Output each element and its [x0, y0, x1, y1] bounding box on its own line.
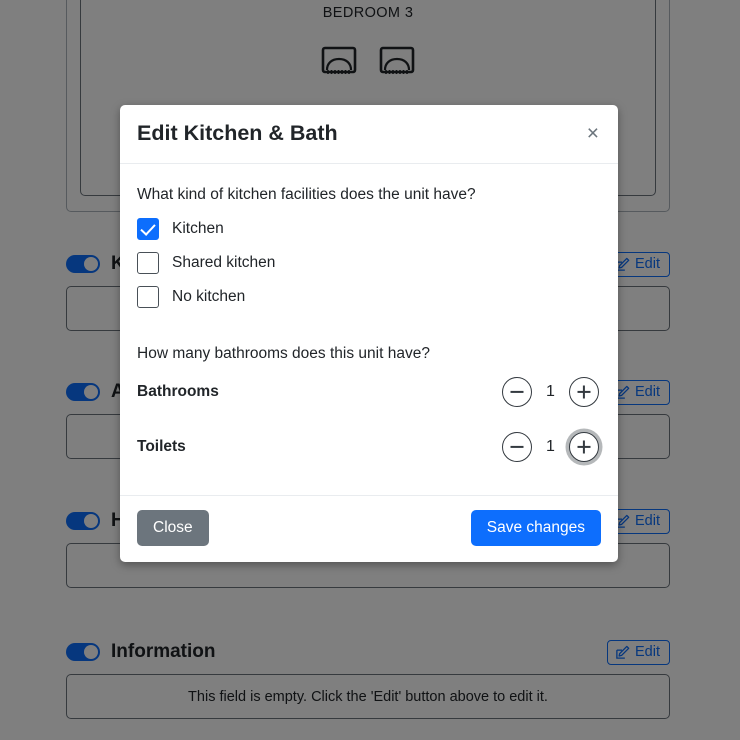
stepper-value-bathrooms: 1 — [546, 382, 555, 400]
checkbox-label-no-kitchen: No kitchen — [172, 287, 246, 305]
checkbox-label-shared-kitchen: Shared kitchen — [172, 253, 276, 271]
stepper-label-bathrooms: Bathrooms — [137, 382, 219, 400]
minus-circle-icon-bathrooms[interactable] — [502, 376, 532, 407]
stepper-control-bathrooms: 1 — [502, 376, 601, 407]
stepper-row-bathrooms: Bathrooms 1 — [137, 376, 601, 407]
checkbox-row-no-kitchen[interactable]: No kitchen — [137, 285, 601, 308]
modal-footer: Close Save changes — [120, 494, 618, 563]
save-changes-button[interactable]: Save changes — [470, 509, 601, 547]
close-button[interactable]: Close — [137, 509, 209, 547]
stepper-value-toilets: 1 — [546, 437, 555, 455]
question-kitchen: What kind of kitchen facilities does the… — [137, 185, 476, 203]
modal-header: Edit Kitchen & Bath × — [120, 105, 618, 164]
checkbox-label-kitchen: Kitchen — [172, 219, 224, 237]
question-bathrooms: How many bathrooms does this unit have? — [137, 344, 430, 362]
checkbox-row-shared-kitchen[interactable]: Shared kitchen — [137, 251, 601, 274]
plus-circle-icon-bathrooms[interactable] — [569, 376, 599, 407]
modal-title: Edit Kitchen & Bath — [137, 121, 338, 145]
modal-body: What kind of kitchen facilities does the… — [120, 164, 618, 495]
minus-circle-icon-toilets[interactable] — [502, 431, 532, 462]
plus-circle-icon-toilets[interactable] — [569, 431, 599, 462]
close-icon[interactable]: × — [585, 123, 601, 144]
checkbox-row-kitchen[interactable]: Kitchen — [137, 217, 601, 240]
stepper-control-toilets: 1 — [502, 431, 601, 462]
checkbox-kitchen[interactable] — [137, 217, 159, 240]
checkbox-no-kitchen[interactable] — [137, 285, 159, 308]
stepper-row-toilets: Toilets 1 — [137, 431, 601, 462]
edit-kitchen-bath-modal: Edit Kitchen & Bath × What kind of kitch… — [120, 105, 618, 563]
stepper-label-toilets: Toilets — [137, 437, 186, 455]
checkbox-shared-kitchen[interactable] — [137, 251, 159, 274]
